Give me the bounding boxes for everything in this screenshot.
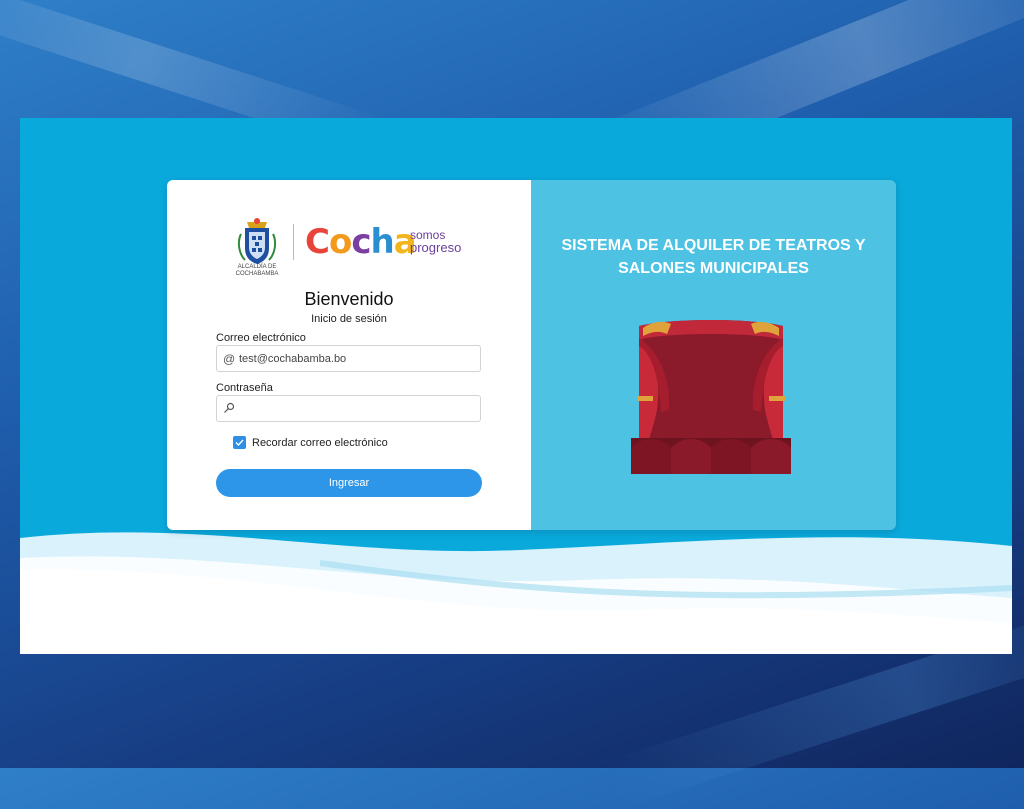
logo-divider: [293, 224, 294, 260]
password-label: Contraseña: [216, 382, 273, 394]
brand-letter: h: [370, 222, 394, 262]
key-icon: [224, 402, 235, 413]
cocha-brand-logo: Cocha: [305, 222, 417, 262]
at-sign-icon: @: [223, 352, 236, 366]
logo-row: ALCALDÍA DE COCHABAMBA Cocha somos progr…: [227, 216, 487, 278]
login-card: ALCALDÍA DE COCHABAMBA Cocha somos progr…: [167, 180, 896, 530]
login-subtitle: Inicio de sesión: [311, 313, 387, 325]
alcaldia-caption: ALCALDÍA DE COCHABAMBA: [227, 264, 287, 278]
brand-letter: c: [351, 222, 371, 262]
theater-stage-icon: [631, 320, 791, 474]
login-button[interactable]: Ingresar: [216, 469, 482, 497]
browser-page: ALCALDÍA DE COCHABAMBA Cocha somos progr…: [20, 118, 1012, 654]
welcome-heading: Bienvenido: [304, 289, 394, 309]
email-value: test@cochabamba.bo: [239, 353, 347, 365]
remember-email-label: Recordar correo electrónico: [252, 437, 388, 449]
login-panel: ALCALDÍA DE COCHABAMBA Cocha somos progr…: [167, 180, 531, 530]
brand-letter: o: [328, 222, 352, 262]
promo-panel: SISTEMA DE ALQUILER DE TEATROS Y SALONES…: [531, 180, 896, 530]
brand-letter: C: [305, 222, 330, 262]
alcaldia-line1: ALCALDÍA DE: [237, 264, 277, 270]
check-icon: [235, 439, 244, 447]
password-field[interactable]: [216, 395, 481, 422]
remember-email-checkbox[interactable]: [233, 436, 246, 449]
tagline-progreso: progreso: [410, 240, 462, 255]
email-field[interactable]: @ test@cochabamba.bo: [216, 345, 481, 372]
system-title: SISTEMA DE ALQUILER DE TEATROS Y SALONES…: [561, 237, 866, 277]
email-label: Correo electrónico: [216, 332, 306, 344]
alcaldia-line2: COCHABAMBA: [235, 271, 279, 277]
